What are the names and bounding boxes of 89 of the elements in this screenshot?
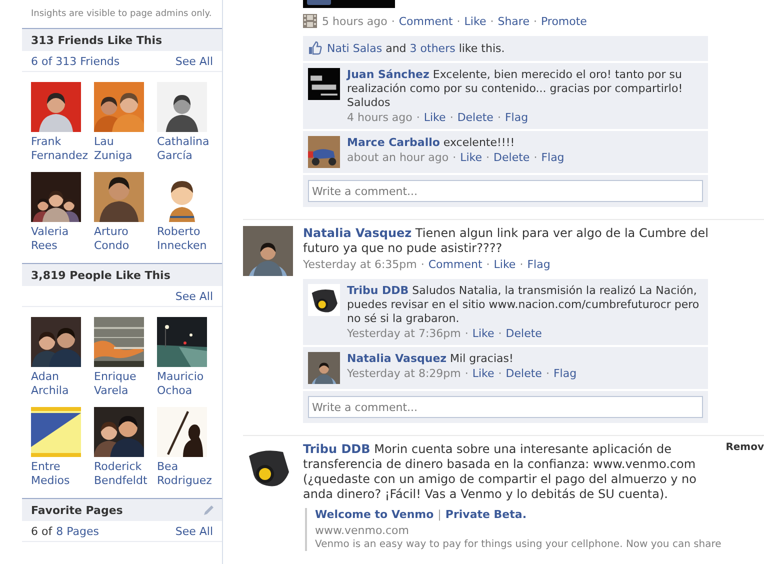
author-link[interactable]: Marce Carballo <box>347 136 440 149</box>
person-name-link[interactable]: Frank Fernandez <box>31 135 94 163</box>
timestamp: 5 hours ago <box>322 14 388 28</box>
likes-text: Nati Salas and 3 others like this. <box>327 42 505 54</box>
action-link[interactable]: Flag <box>553 367 577 380</box>
separator: · <box>464 367 468 380</box>
separator: · <box>464 327 468 340</box>
post-text: Tribu DDB Morin cuenta sobre una interesante aplicación de transferencia de dinero basada en la confianza: www.venmo.com (¿quedaste con un amigo de compartir el pago del almuerzo y no anda dinero? ¡Fácil! Vas a Venmo y lo debitás de SU cuenta). <box>303 442 698 502</box>
see-all-link[interactable]: See All <box>175 290 213 303</box>
timestamp: about an hour ago <box>347 151 449 164</box>
timestamp: 4 hours ago <box>347 111 412 124</box>
author-link[interactable]: Juan Sánchez <box>347 68 430 81</box>
liker-link[interactable]: Nati Salas <box>327 42 382 54</box>
person-name-link[interactable]: Roderick Bendfeldt <box>94 460 157 488</box>
pages-count-link[interactable]: 8 Pages <box>56 525 99 538</box>
author-link[interactable]: Tribu DDB <box>303 442 370 456</box>
person-name-link[interactable]: Lau Zuniga <box>94 135 157 163</box>
section-title: 313 Friends Like This <box>31 34 162 46</box>
comment-input[interactable]: Write a comment... <box>308 180 703 202</box>
comment-text: Natalia Vasquez Mil gracias! <box>347 352 514 366</box>
link-domain: www.venmo.com <box>315 524 410 537</box>
action-link[interactable]: Delete <box>457 111 494 124</box>
link-title[interactable]: Private Beta. <box>445 508 526 521</box>
action-link[interactable]: Like <box>464 14 486 28</box>
action-link[interactable]: Share <box>498 14 530 28</box>
separator: | <box>438 508 442 521</box>
action-link[interactable]: Comment <box>398 14 453 28</box>
separator: · <box>520 258 524 271</box>
separator: · <box>533 14 537 28</box>
link-title[interactable]: Welcome to Venmo <box>315 508 434 521</box>
separator: · <box>546 367 550 380</box>
person-name-link[interactable]: Arturo Condo <box>94 225 157 253</box>
action-link[interactable]: Like <box>472 367 494 380</box>
action-link[interactable]: Promote <box>540 14 587 28</box>
action-link[interactable]: Flag <box>504 111 528 124</box>
separator: · <box>456 14 460 28</box>
see-all-link[interactable]: See All <box>175 525 213 538</box>
timestamp: Yesterday at 7:36pm <box>347 327 461 340</box>
link-description: Venmo is an easy way to pay for things using your cellphone. Now you can share <box>315 538 722 551</box>
author-link[interactable]: Natalia Vasquez <box>303 226 412 240</box>
person-name-link[interactable]: Enrique Varela <box>94 370 157 398</box>
separator: · <box>391 14 395 28</box>
separator: · <box>416 111 420 124</box>
action-link[interactable]: Like <box>460 151 482 164</box>
action-link[interactable]: Delete <box>506 367 542 380</box>
insights-note: Insights are visible to page admins only. <box>30 8 213 21</box>
person-name-link[interactable]: Entre Medios <box>31 460 94 488</box>
separator: · <box>490 14 494 28</box>
film-icon <box>303 14 317 28</box>
comment-text: Juan Sánchez Excelente, bien merecido el oro! tanto por su realización como por su contenido... gracias por compartirlo! Saludos <box>347 68 684 110</box>
separator: · <box>498 367 502 380</box>
separator: · <box>497 111 501 124</box>
person-name-link[interactable]: Adan Archila <box>31 370 94 398</box>
thumbs-up-icon <box>308 41 322 55</box>
see-all-link[interactable]: See All <box>175 55 213 68</box>
friends-count-link[interactable]: 6 of 313 Friends <box>31 55 120 68</box>
person-name-link[interactable]: Bea Rodriguez <box>157 460 220 488</box>
section-title: 3,819 People Like This <box>31 268 170 282</box>
remove-link[interactable]: Remov <box>726 442 764 453</box>
comment-input[interactable]: Write a comment... <box>308 396 703 418</box>
timestamp: Yesterday at 8:29pm <box>347 367 461 380</box>
separator: · <box>498 327 502 340</box>
person-name-link[interactable]: Mauricio Ochoa <box>157 370 220 398</box>
author-link[interactable]: Tribu DDB <box>347 284 409 297</box>
action-link[interactable]: Comment <box>428 258 482 271</box>
separator: · <box>420 258 424 271</box>
action-link[interactable]: Flag <box>541 151 564 164</box>
separator: · <box>450 111 454 124</box>
post-text: Natalia Vasquez Tienen algun link para ver algo de la Cumbre del futuro ya que no pude asistir???? <box>303 226 710 256</box>
others-link[interactable]: 3 others <box>410 42 456 54</box>
timestamp: Yesterday at 6:35pm <box>303 258 417 271</box>
action-link[interactable]: Delete <box>494 151 530 164</box>
separator: · <box>452 151 456 164</box>
person-name-link[interactable]: Valeria Rees <box>31 225 94 253</box>
comment-text: Marce Carballo excelente!!!! <box>347 136 516 150</box>
action-link[interactable]: Flag <box>527 258 550 271</box>
person-name-link[interactable]: Roberto Innecken <box>157 225 220 253</box>
separator: · <box>486 258 490 271</box>
author-link[interactable]: Natalia Vasquez <box>347 352 447 365</box>
person-name-link[interactable]: Cathalina García <box>157 135 220 163</box>
section-title: Favorite Pages <box>31 504 123 516</box>
separator: · <box>486 151 490 164</box>
action-link[interactable]: Delete <box>506 327 542 340</box>
pages-count: 6 of <box>31 525 52 538</box>
comment-text: Tribu DDB Saludos Natalia, la transmisión la realizó La Nación, puedes revisar en el sitio www.nacion.com/cumbrefuturocr pero no sé si la grabaron. <box>347 284 700 326</box>
action-link[interactable]: Like <box>424 111 446 124</box>
action-link[interactable]: Like <box>494 258 516 271</box>
action-link[interactable]: Like <box>472 327 494 340</box>
separator: · <box>534 151 538 164</box>
